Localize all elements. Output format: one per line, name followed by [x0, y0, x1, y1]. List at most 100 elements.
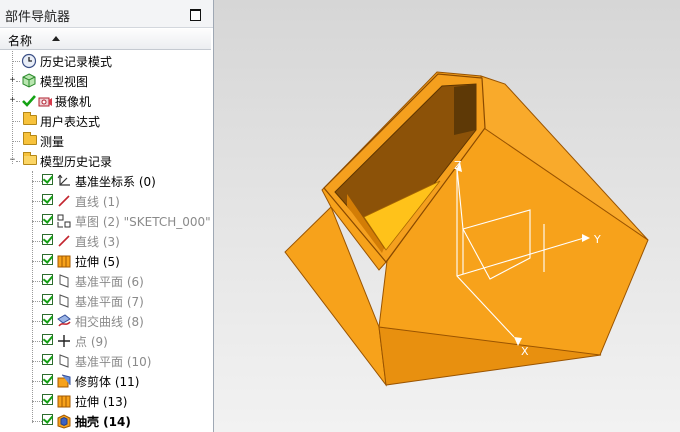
tree-item-line-1[interactable]: 直线 (1): [0, 191, 211, 211]
column-header-label: 名称: [8, 34, 33, 48]
tree-guide-line: [32, 301, 42, 302]
expand-plus-icon[interactable]: +: [9, 96, 16, 105]
tree-item-cameras[interactable]: + 摄像机: [0, 91, 211, 111]
tree-item-extrude-5[interactable]: 拉伸 (5): [0, 251, 211, 271]
tree-item-label: 拉伸 (13): [75, 395, 128, 409]
tree-item-label: 模型历史记录: [40, 155, 113, 169]
tree-guide-line: [32, 221, 42, 222]
visibility-checkbox[interactable]: [42, 334, 53, 345]
tree-guide-line: [32, 361, 42, 362]
camera-icon: [38, 97, 52, 107]
tree-item-label: 测量: [40, 135, 65, 149]
tree-item-intersection-curve-8[interactable]: 相交曲线 (8): [0, 311, 211, 331]
model-view-icon: [22, 73, 36, 88]
tree-guide-line: [32, 261, 42, 262]
column-header-name[interactable]: 名称: [0, 29, 211, 50]
datum-csys-icon: [57, 174, 70, 186]
tree-item-label: 模型视图: [40, 75, 89, 89]
tree-item-label: 用户表达式: [40, 115, 101, 129]
tree-item-label: 基准平面 (10): [75, 355, 152, 369]
tree-item-extrude-13[interactable]: 拉伸 (13): [0, 391, 211, 411]
tree-item-label: 修剪体 (11): [75, 375, 140, 389]
navigator-title-bar: 部件导航器: [0, 0, 213, 28]
extrude-icon: [57, 255, 71, 268]
datum-plane-icon: [59, 274, 69, 288]
tree-item-label: 历史记录模式: [40, 55, 113, 69]
tree-guide-line: [12, 61, 20, 62]
visibility-checkbox[interactable]: [42, 234, 53, 245]
extrude-icon: [57, 395, 71, 408]
tree-item-label: 点 (9): [75, 335, 108, 349]
tree-guide-line: [12, 121, 20, 122]
folder-open-icon: [23, 152, 37, 165]
tree-item-model-views[interactable]: + 模型视图: [0, 71, 211, 91]
trim-body-icon: [57, 374, 71, 388]
tree-guide-line: [32, 381, 42, 382]
part-navigator-panel: 部件导航器 名称 历史记录模式 + 模型视图 + 摄像机 用户表达式 测量 − …: [0, 0, 214, 432]
tree-item-history-mode[interactable]: 历史记录模式: [0, 51, 211, 71]
sketch-icon: [57, 214, 71, 228]
visibility-checkbox[interactable]: [42, 214, 53, 225]
folder-icon: [23, 132, 37, 145]
line-icon: [58, 195, 70, 207]
tree-guide-line: [32, 421, 42, 422]
clock-icon: [21, 53, 37, 69]
tree-item-shell-14[interactable]: 抽壳 (14): [0, 411, 211, 431]
z-axis-label: Z: [454, 159, 462, 172]
tree-item-sketch-2[interactable]: 草图 (2) "SKETCH_000": [0, 211, 211, 231]
collapse-minus-icon[interactable]: −: [9, 156, 16, 165]
tree-item-label: 基准平面 (6): [75, 275, 144, 289]
maximize-icon[interactable]: [190, 9, 201, 21]
tree-item-label: 基准平面 (7): [75, 295, 144, 309]
line-icon: [58, 235, 70, 247]
expand-plus-icon[interactable]: +: [9, 76, 16, 85]
tree-item-line-3[interactable]: 直线 (3): [0, 231, 211, 251]
tree-item-user-expressions[interactable]: 用户表达式: [0, 111, 211, 131]
navigator-title: 部件导航器: [5, 10, 71, 25]
tree-item-model-history[interactable]: − 模型历史记录: [0, 151, 211, 171]
visibility-checkbox[interactable]: [42, 314, 53, 325]
shell-icon: [57, 414, 71, 429]
tree-guide-line: [32, 321, 42, 322]
graphics-viewport[interactable]: Z Y X: [214, 0, 680, 432]
tree-guide-line: [16, 81, 20, 82]
datum-plane-icon: [59, 354, 69, 368]
tree-item-label: 摄像机: [55, 95, 92, 109]
tree-item-datum-plane-7[interactable]: 基准平面 (7): [0, 291, 211, 311]
tree-guide-line: [12, 141, 20, 142]
point-icon: [58, 335, 70, 347]
visibility-checkbox[interactable]: [42, 294, 53, 305]
datum-plane-icon: [59, 294, 69, 308]
tree-item-label: 直线 (3): [75, 235, 120, 249]
visibility-checkbox[interactable]: [42, 194, 53, 205]
visibility-checkbox[interactable]: [42, 354, 53, 365]
x-axis-label: X: [521, 345, 529, 358]
y-axis-label: Y: [593, 233, 601, 246]
tree-item-label: 直线 (1): [75, 195, 120, 209]
visibility-checkbox[interactable]: [42, 274, 53, 285]
visibility-checkbox[interactable]: [42, 374, 53, 385]
tree-item-label: 基准坐标系 (0): [75, 175, 156, 189]
shell-inner-shadow: [454, 84, 476, 135]
tree-item-datum-plane-10[interactable]: 基准平面 (10): [0, 351, 211, 371]
tree-item-measurements[interactable]: 测量: [0, 131, 211, 151]
tree-item-label: 草图 (2) "SKETCH_000": [75, 215, 211, 229]
folder-icon: [23, 112, 37, 125]
visibility-checkbox[interactable]: [42, 174, 53, 185]
model-3d-view[interactable]: Z Y X: [214, 0, 680, 432]
tree-guide-line: [32, 341, 42, 342]
tree-item-datum-csys[interactable]: 基准坐标系 (0): [0, 171, 211, 191]
tree-guide-line: [32, 201, 42, 202]
tree-guide-line: [16, 101, 20, 102]
visibility-checkbox[interactable]: [42, 394, 53, 405]
visibility-checkbox[interactable]: [42, 254, 53, 265]
tree-item-trim-body-11[interactable]: 修剪体 (11): [0, 371, 211, 391]
tree-guide-line: [32, 241, 42, 242]
tree-item-point-9[interactable]: 点 (9): [0, 331, 211, 351]
intersection-curve-icon: [57, 314, 71, 327]
tree-item-datum-plane-6[interactable]: 基准平面 (6): [0, 271, 211, 291]
tree-item-label: 相交曲线 (8): [75, 315, 144, 329]
check-icon: [22, 95, 36, 107]
visibility-checkbox[interactable]: [42, 414, 53, 425]
sort-ascending-icon: [52, 36, 60, 41]
